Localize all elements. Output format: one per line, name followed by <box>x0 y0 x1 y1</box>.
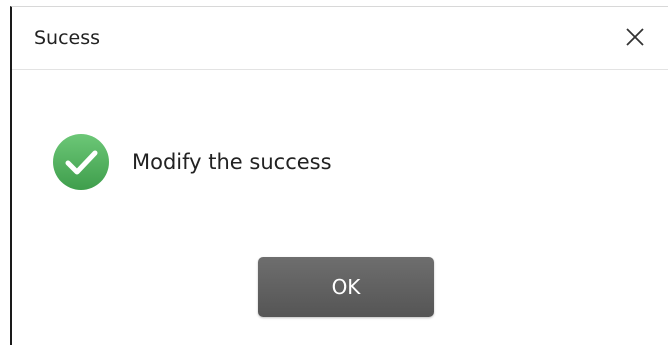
dialog-message: Modify the success <box>132 150 332 174</box>
ok-button[interactable]: OK <box>258 257 434 317</box>
success-dialog: Sucess Modify the success OK <box>10 6 668 345</box>
message-row: Modify the success <box>52 133 332 191</box>
dialog-titlebar: Sucess <box>12 7 668 70</box>
dialog-title: Sucess <box>34 27 101 49</box>
close-icon[interactable] <box>622 24 648 50</box>
check-circle-icon <box>52 133 110 191</box>
